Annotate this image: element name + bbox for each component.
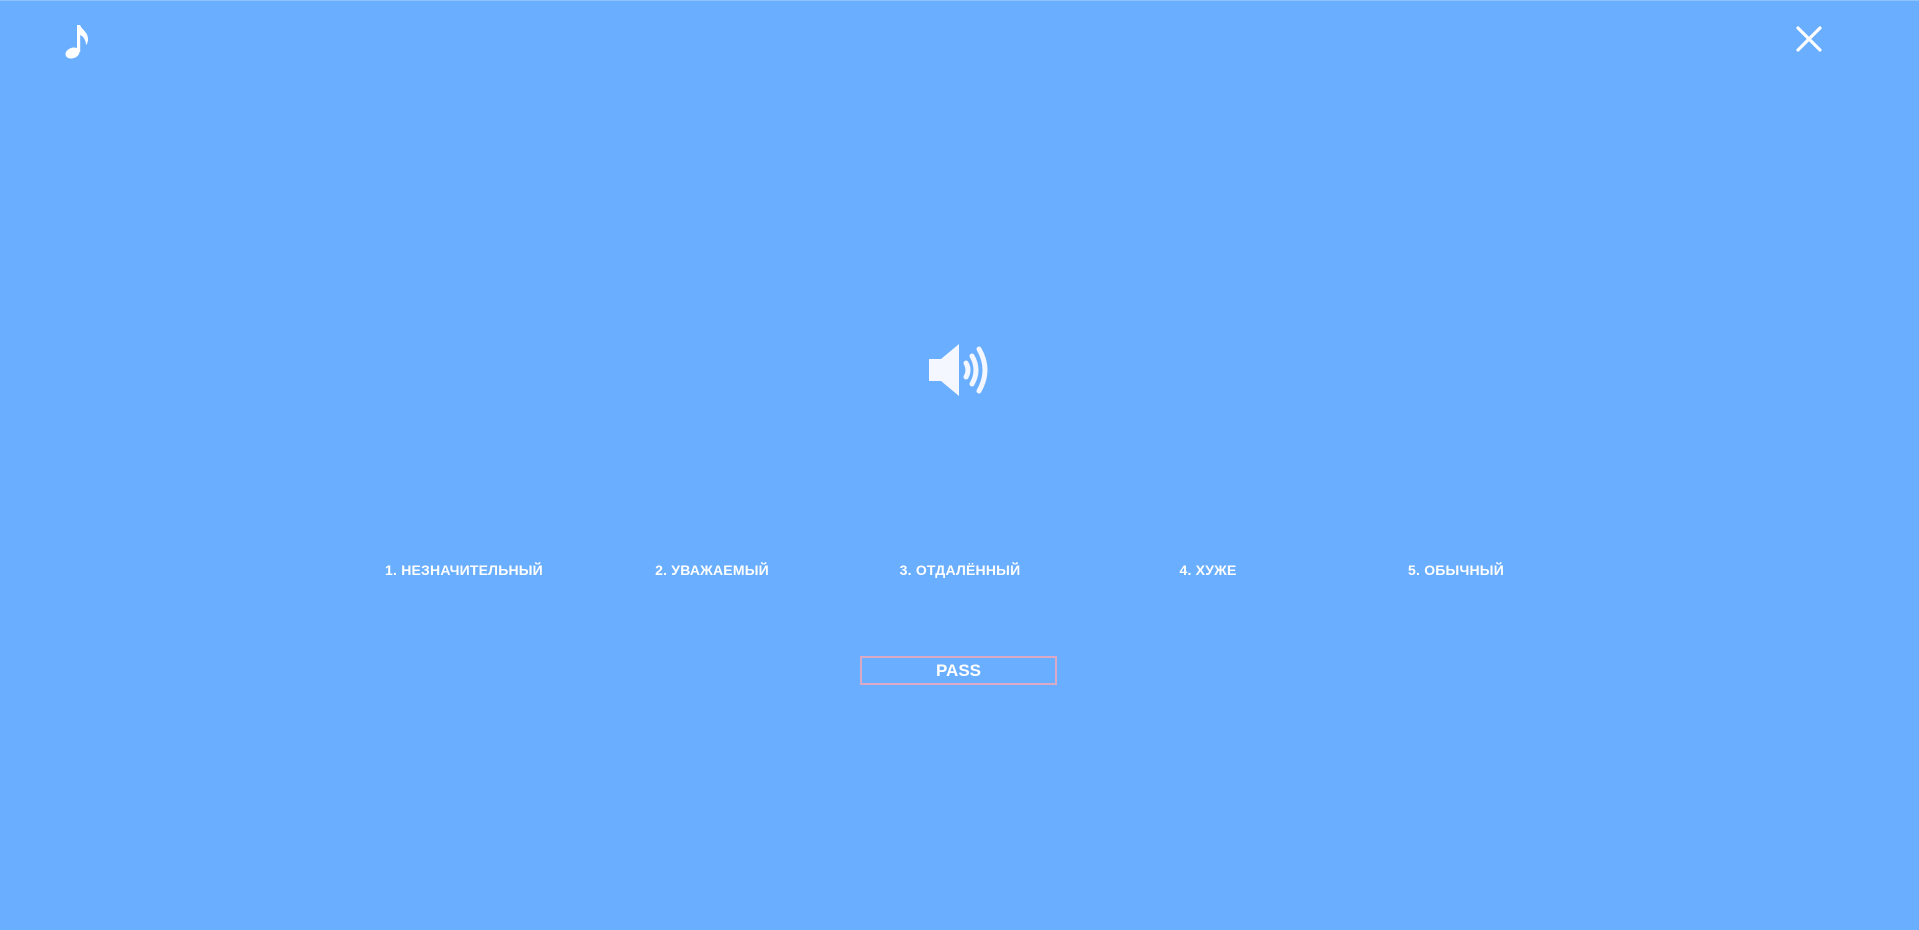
answer-option-3[interactable]: 3. ОТДАЛЁННЫЙ [900, 561, 1021, 579]
answer-option-5[interactable]: 5. ОБЫЧНЫЙ [1408, 561, 1504, 579]
pass-button[interactable]: PASS [860, 656, 1057, 685]
answer-option-1[interactable]: 1. НЕЗНАЧИТЕЛЬНЫЙ [385, 561, 543, 579]
close-button[interactable] [1793, 23, 1825, 55]
close-icon [1796, 26, 1822, 52]
speaker-volume-icon [929, 344, 988, 396]
answer-option-2[interactable]: 2. УВАЖАЕМЫЙ [655, 561, 769, 579]
answer-options: 1. НЕЗНАЧИТЕЛЬНЫЙ 2. УВАЖАЕМЫЙ 3. ОТДАЛЁ… [0, 561, 1919, 585]
music-note-icon [65, 25, 88, 59]
play-audio-button[interactable] [926, 339, 996, 401]
top-border [0, 0, 1919, 1]
music-toggle-button[interactable] [58, 22, 94, 62]
answer-option-4[interactable]: 4. ХУЖЕ [1179, 561, 1236, 579]
